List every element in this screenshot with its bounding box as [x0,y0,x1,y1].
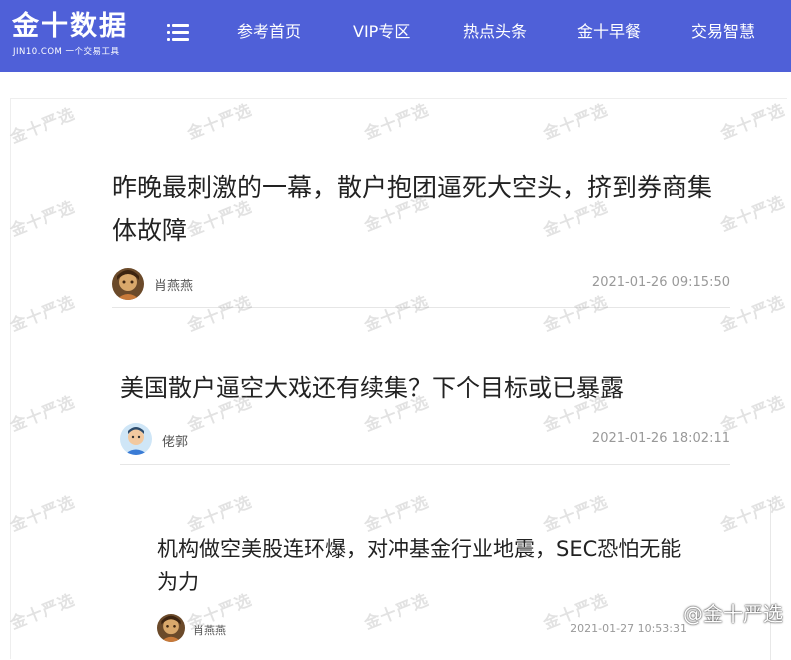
nav-reference-home[interactable]: 参考首页 [237,22,301,42]
top-header: 金十数据 JIN10.COM 一个交易工具 参考首页 VIP专区 热点头条 金十… [0,0,791,72]
nav-hot-headlines[interactable]: 热点头条 [463,22,527,42]
nav-jin10-breakfast[interactable]: 金十早餐 [577,22,641,42]
publish-time: 2021-01-26 18:02:11 [591,431,730,446]
author-avatar [157,614,185,642]
author-avatar [120,423,152,455]
divider [770,500,771,660]
logo-subtext: JIN10.COM 一个交易工具 [13,47,120,57]
publish-time: 2021-01-27 10:53:31 [570,622,687,635]
author-avatar [112,268,144,300]
jin10-logo[interactable]: 金十数据 JIN10.COM 一个交易工具 [12,10,142,62]
menu-icon[interactable] [167,22,189,42]
article-title[interactable]: 机构做空美股连环爆，对冲基金行业地震，SEC恐怕无能为力 [157,533,687,599]
nav-trading-wisdom[interactable]: 交易智慧 [691,22,755,42]
article-title[interactable]: 美国散户逼空大戏还有续集？下个目标或已暴露 [120,370,730,406]
author-name[interactable]: 肖燕燕 [193,622,226,638]
author-name[interactable]: 佬郭 [162,431,188,450]
divider [112,307,730,308]
divider [120,464,730,465]
nav-vip[interactable]: VIP专区 [353,22,410,42]
source-credit: @金十严选 [683,602,783,626]
publish-time: 2021-01-26 09:15:50 [591,275,730,290]
logo-text: 金十数据 [12,11,128,42]
author-name[interactable]: 肖燕燕 [154,275,193,294]
article-title[interactable]: 昨晚最刺激的一幕，散户抱团逼死大空头，挤到券商集体故障 [112,166,730,252]
